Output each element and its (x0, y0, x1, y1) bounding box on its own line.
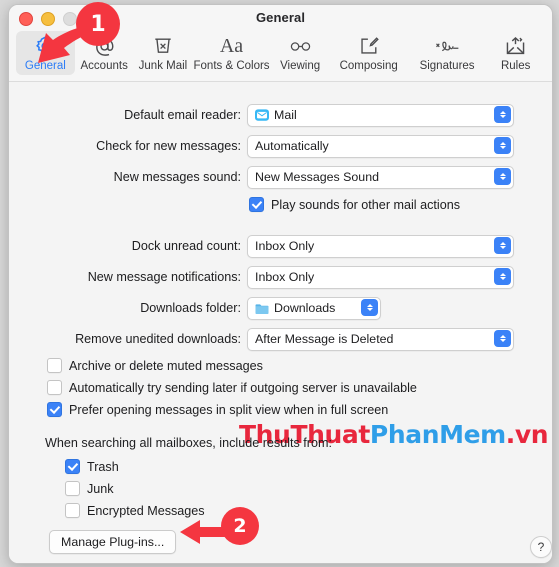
row-new-message-notifications: New message notifications: Inbox Only (9, 265, 552, 289)
tab-signatures-label: Signatures (419, 60, 475, 72)
tab-composing-label: Composing (339, 60, 398, 72)
popup-downloads-folder[interactable]: Downloads (247, 296, 381, 320)
stepper-icon[interactable] (494, 268, 511, 285)
tab-composing[interactable]: Composing (330, 31, 408, 75)
tab-fonts-colors[interactable]: Aa Fonts & Colors (192, 31, 270, 75)
row-new-messages-sound: New messages sound: New Messages Sound (9, 165, 552, 189)
annotation-badge-1: 1 (76, 2, 120, 46)
value-remove-unedited-downloads: After Message is Deleted (255, 332, 394, 346)
checkbox-split-view[interactable]: Prefer opening messages in split view wh… (47, 402, 388, 417)
stepper-icon[interactable] (494, 330, 511, 347)
checkbox-search-encrypted-label: Encrypted Messages (87, 503, 205, 518)
search-section-label: When searching all mailboxes, include re… (45, 436, 332, 450)
checkbox-play-sounds-label: Play sounds for other mail actions (271, 197, 460, 212)
label-remove-unedited-downloads: Remove unedited downloads: (75, 332, 241, 346)
value-dock-unread-count: Inbox Only (255, 239, 315, 253)
checkbox-box[interactable] (65, 503, 80, 518)
stepper-icon[interactable] (494, 106, 511, 123)
value-downloads-folder: Downloads (274, 301, 336, 315)
manage-plugins-label: Manage Plug-ins... (61, 535, 165, 549)
checkbox-play-sounds[interactable]: Play sounds for other mail actions (249, 197, 460, 212)
preferences-window: General General Accounts Junk Mail Aa Fo… (8, 4, 553, 564)
label-check-new-messages: Check for new messages: (96, 139, 241, 153)
tab-junk-mail[interactable]: Junk Mail (134, 31, 193, 75)
manage-plugins-button[interactable]: Manage Plug-ins... (49, 530, 177, 554)
checkbox-search-junk[interactable]: Junk (65, 481, 114, 496)
checkbox-box[interactable] (65, 481, 80, 496)
help-button[interactable]: ? (530, 536, 552, 558)
popup-check-new-messages[interactable]: Automatically (247, 134, 514, 158)
checkbox-box[interactable] (47, 358, 62, 373)
checkbox-search-encrypted[interactable]: Encrypted Messages (65, 503, 205, 518)
watermark-part2: PhanMem (369, 420, 506, 449)
watermark-part3: .vn (505, 420, 549, 449)
checkbox-auto-send-later-label: Automatically try sending later if outgo… (69, 380, 417, 395)
stepper-icon[interactable] (494, 137, 511, 154)
checkbox-search-trash-label: Trash (87, 459, 119, 474)
gear-icon (34, 33, 56, 59)
row-dock-unread-count: Dock unread count: Inbox Only (9, 234, 552, 258)
row-downloads-folder: Downloads folder: Downloads (9, 296, 552, 320)
compose-icon (358, 33, 380, 59)
popup-new-message-notifications[interactable]: Inbox Only (247, 265, 514, 289)
value-new-message-notifications: Inbox Only (255, 270, 315, 284)
mail-app-icon (255, 108, 269, 122)
checkbox-archive-muted[interactable]: Archive or delete muted messages (47, 358, 263, 373)
general-preferences-pane: Default email reader: Mail Check for new… (9, 82, 552, 563)
label-dock-unread-count: Dock unread count: (131, 239, 241, 253)
tab-rules-label: Rules (500, 60, 531, 72)
tab-viewing[interactable]: Viewing (271, 31, 330, 75)
folder-icon (255, 302, 269, 315)
checkbox-search-trash[interactable]: Trash (65, 459, 119, 474)
popup-default-email-reader[interactable]: Mail (247, 103, 514, 127)
label-downloads-folder: Downloads folder: (140, 301, 241, 315)
signature-icon (433, 33, 461, 59)
popup-dock-unread-count[interactable]: Inbox Only (247, 234, 514, 258)
checkbox-search-junk-label: Junk (87, 481, 114, 496)
tab-general[interactable]: General (16, 31, 75, 75)
label-new-message-notifications: New message notifications: (87, 270, 241, 284)
row-remove-unedited-downloads: Remove unedited downloads: After Message… (9, 327, 552, 351)
junk-trash-icon (152, 33, 174, 59)
tab-general-label: General (24, 60, 66, 72)
row-check-new-messages: Check for new messages: Automatically (9, 134, 552, 158)
popup-remove-unedited-downloads[interactable]: After Message is Deleted (247, 327, 514, 351)
checkbox-box[interactable] (249, 197, 264, 212)
stepper-icon[interactable] (494, 237, 511, 254)
checkbox-archive-muted-label: Archive or delete muted messages (69, 358, 263, 373)
checkbox-box[interactable] (65, 459, 80, 474)
stepper-icon[interactable] (361, 299, 378, 316)
annotation-badge-2: 2 (221, 507, 259, 545)
help-label: ? (537, 540, 545, 554)
row-default-email-reader: Default email reader: Mail (9, 103, 552, 127)
value-check-new-messages: Automatically (255, 139, 329, 153)
checkbox-split-view-label: Prefer opening messages in split view wh… (69, 402, 389, 417)
tab-signatures[interactable]: Signatures (408, 31, 486, 75)
label-new-messages-sound: New messages sound: (113, 170, 241, 184)
label-default-email-reader: Default email reader: (124, 108, 241, 122)
aa-text-icon: Aa (219, 35, 244, 57)
tab-junk-mail-label: Junk Mail (138, 60, 188, 72)
checkbox-box[interactable] (47, 402, 62, 417)
glasses-icon (288, 33, 313, 59)
popup-new-messages-sound[interactable]: New Messages Sound (247, 165, 514, 189)
tab-rules[interactable]: Rules (486, 31, 545, 75)
rules-envelope-icon (504, 33, 527, 59)
checkbox-auto-send-later[interactable]: Automatically try sending later if outgo… (47, 380, 417, 395)
stepper-icon[interactable] (494, 168, 511, 185)
tab-viewing-label: Viewing (280, 60, 321, 72)
value-new-messages-sound: New Messages Sound (255, 170, 379, 184)
value-default-email-reader: Mail (274, 108, 297, 122)
tab-accounts-label: Accounts (80, 60, 128, 72)
tab-fonts-colors-label: Fonts & Colors (193, 60, 270, 72)
checkbox-box[interactable] (47, 380, 62, 395)
